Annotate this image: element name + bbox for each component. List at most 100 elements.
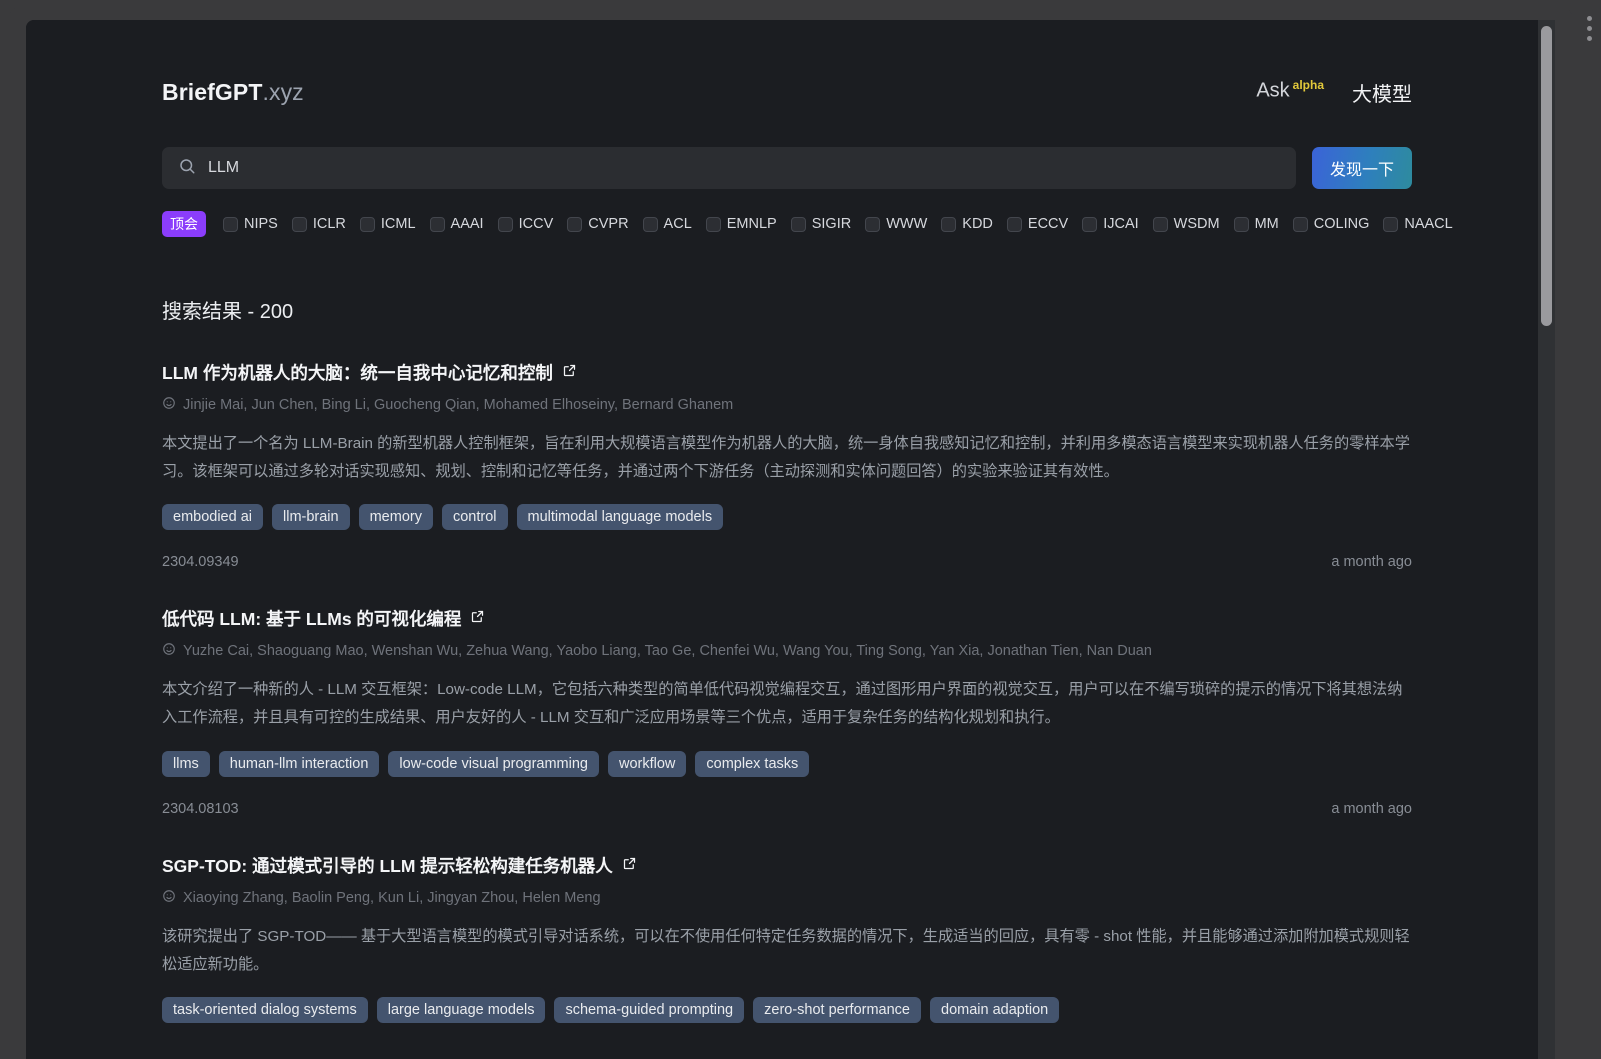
paper-meta: 2304.09349a month ago [162,554,1412,570]
checkbox-icon[interactable] [1082,217,1097,232]
checkbox-icon[interactable] [941,217,956,232]
filter-label: NAACL [1404,216,1452,232]
checkbox-icon[interactable] [643,217,658,232]
filter-item-mm[interactable]: MM [1234,216,1279,232]
page-viewport: BriefGPT.xyz Askalpha 大模型 [26,20,1555,1059]
paper-abstract: 该研究提出了 SGP-TOD—— 基于大型语言模型的模式引导对话系统，可以在不使… [162,923,1412,979]
filter-item-aaai[interactable]: AAAI [430,216,484,232]
checkbox-icon[interactable] [791,217,806,232]
paper-tag[interactable]: control [442,504,508,530]
site-header: BriefGPT.xyz Askalpha 大模型 [162,20,1412,107]
filter-item-iccv[interactable]: ICCV [498,216,554,232]
checkbox-icon[interactable] [292,217,307,232]
filter-item-ijcai[interactable]: IJCAI [1082,216,1138,232]
paper-meta: 2304.08103 a month ago [162,801,1412,817]
filter-item-naacl[interactable]: NAACL [1383,216,1452,232]
paper-abstract: 本文介绍了一种新的人 - LLM 交互框架：Low-code LLM，它包括六种… [162,676,1412,732]
external-link-icon[interactable] [622,855,637,876]
paper-tag[interactable]: complex tasks [695,751,809,777]
filter-item-iclr[interactable]: ICLR [292,216,346,232]
paper-tag[interactable]: llm-brain [272,504,350,530]
paper-abstract: 本文提出了一个名为 LLM-Brain 的新型机器人控制框架，旨在利用大规模语言… [162,430,1412,486]
checkbox-icon[interactable] [430,217,445,232]
paper-tag[interactable]: embodied ai [162,504,263,530]
vertical-scrollbar[interactable] [1538,20,1555,1059]
paper-title[interactable]: SGP-TOD: 通过模式引导的 LLM 提示轻松构建任务机器人 [162,853,1412,878]
search-icon [178,157,196,180]
checkbox-icon[interactable] [1153,217,1168,232]
checkbox-icon[interactable] [865,217,880,232]
filter-item-www[interactable]: WWW [865,216,927,232]
window-chrome: BriefGPT.xyz Askalpha 大模型 [0,0,1601,1059]
filter-item-acl[interactable]: ACL [643,216,692,232]
filter-label: COLING [1314,216,1370,232]
paper-list: LLM 作为机器人的大脑：统一自我中心记忆和控制 Jinjie Mai, Jun … [162,360,1412,1023]
paper-tag[interactable]: task-oriented dialog systems [162,997,368,1023]
paper-arxiv-id[interactable]: 2304.08103 [162,801,239,817]
top-conference-badge[interactable]: 顶会 [162,211,206,237]
smiley-icon [162,396,176,414]
search-row: 发现一下 [162,147,1412,189]
filter-label: SIGIR [812,216,851,232]
paper-tag-row: llms human-llm interaction low-code visual… [162,751,1412,777]
paper-authors-text: Jinjie Mai, Jun Chen, Bing Li, Guocheng … [183,397,733,413]
paper-tag[interactable]: large language models [377,997,546,1023]
checkbox-icon[interactable] [567,217,582,232]
paper-tag-row: task-oriented dialog systems large langua… [162,997,1412,1023]
paper-tag[interactable]: human-llm interaction [219,751,380,777]
discover-button[interactable]: 发现一下 [1312,147,1412,189]
nav-item-llm[interactable]: 大模型 [1352,78,1412,107]
paper-authors: Yuzhe Cai, Shaoguang Mao, Wenshan Wu, Ze… [162,642,1412,660]
filter-label: IJCAI [1103,216,1138,232]
paper-tag[interactable]: domain adaption [930,997,1059,1023]
paper-tag[interactable]: zero-shot performance [753,997,921,1023]
search-box[interactable] [162,147,1296,189]
site-logo[interactable]: BriefGPT.xyz [162,79,304,106]
paper-arxiv-id[interactable]: 2304.09349 [162,554,239,570]
checkbox-icon[interactable] [1007,217,1022,232]
filter-item-cvpr[interactable]: CVPR [567,216,628,232]
paper-authors-text: Xiaoying Zhang, Baolin Peng, Kun Li, Jin… [183,890,601,906]
filter-item-coling[interactable]: COLING [1293,216,1370,232]
search-input[interactable] [208,159,1280,177]
checkbox-icon[interactable] [360,217,375,232]
page-body: BriefGPT.xyz Askalpha 大模型 [26,20,1532,1059]
checkbox-icon[interactable] [1234,217,1249,232]
paper-item: LLM 作为机器人的大脑：统一自我中心记忆和控制 Jinjie Mai, Jun … [162,360,1412,570]
external-link-icon[interactable] [470,608,485,629]
checkbox-icon[interactable] [223,217,238,232]
nav-item-ask[interactable]: Askalpha [1256,78,1324,103]
browser-menu-icon[interactable] [1581,16,1597,41]
filter-item-wsdm[interactable]: WSDM [1153,216,1220,232]
paper-timestamp: a month ago [1331,801,1412,817]
paper-authors: Jinjie Mai, Jun Chen, Bing Li, Guocheng … [162,396,1412,414]
filter-item-kdd[interactable]: KDD [941,216,993,232]
logo-brand: BriefGPT [162,79,262,105]
checkbox-icon[interactable] [1293,217,1308,232]
external-link-icon[interactable] [562,362,577,383]
paper-tag[interactable]: schema-guided prompting [554,997,744,1023]
filter-item-sigir[interactable]: SIGIR [791,216,851,232]
paper-tag[interactable]: workflow [608,751,686,777]
paper-title[interactable]: LLM 作为机器人的大脑：统一自我中心记忆和控制 [162,360,1412,385]
paper-tag[interactable]: memory [359,504,433,530]
filter-list: NIPS ICLR ICML AAAI ICCV CVPR ACL EMNLP SIGIR WWW… [223,216,1467,232]
filter-item-nips[interactable]: NIPS [223,216,278,232]
paper-authors-text: Yuzhe Cai, Shaoguang Mao, Wenshan Wu, Ze… [183,643,1152,659]
paper-tag[interactable]: low-code visual programming [388,751,599,777]
filter-item-emnlp[interactable]: EMNLP [706,216,777,232]
checkbox-icon[interactable] [706,217,721,232]
paper-tag[interactable]: llms [162,751,210,777]
filter-label: ICML [381,216,416,232]
nav-ask-label: Ask [1256,80,1289,102]
paper-title-text: SGP-TOD: 通过模式引导的 LLM 提示轻松构建任务机器人 [162,853,613,878]
filter-item-eccv[interactable]: ECCV [1007,216,1068,232]
checkbox-icon[interactable] [1383,217,1398,232]
scrollbar-thumb[interactable] [1541,26,1552,326]
paper-tag[interactable]: multimodal language models [517,504,724,530]
filter-item-icml[interactable]: ICML [360,216,416,232]
paper-title[interactable]: 低代码 LLM: 基于 LLMs 的可视化编程 [162,606,1412,631]
checkbox-icon[interactable] [498,217,513,232]
filter-label: AAAI [451,216,484,232]
smiley-icon [162,889,176,907]
